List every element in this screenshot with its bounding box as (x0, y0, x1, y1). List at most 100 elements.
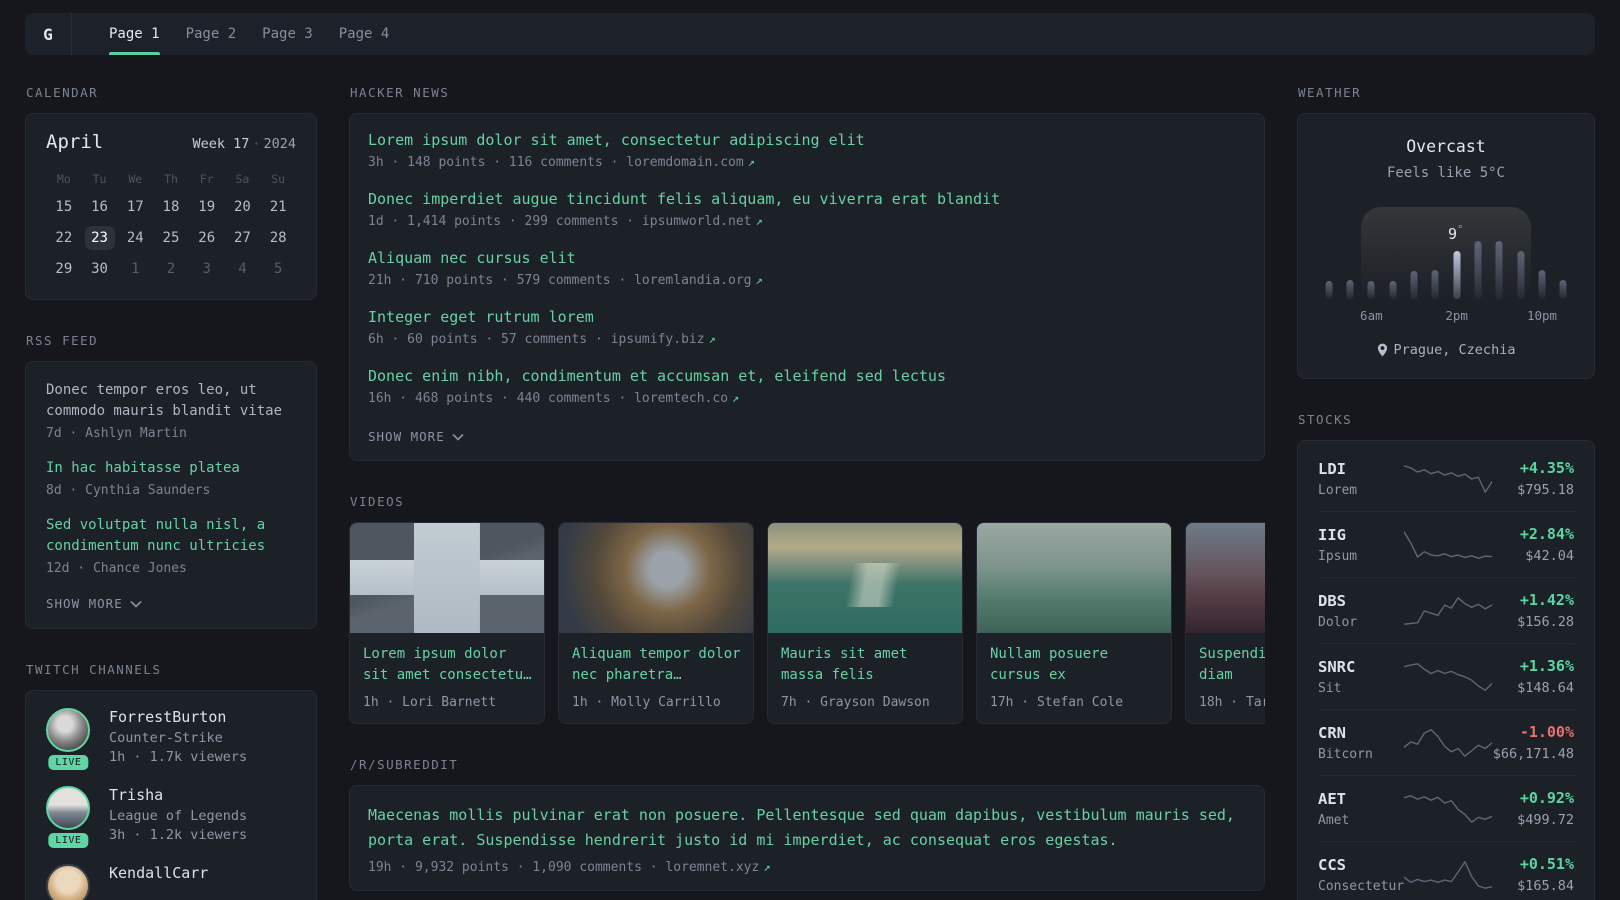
reddit-widget: /R/SUBREDDIT Maecenas mollis pulvinar er… (349, 757, 1265, 891)
weather-widget-title: WEATHER (1298, 85, 1362, 100)
stock-change: +1.36% (1519, 657, 1574, 675)
tab-page-2[interactable]: Page 2 (173, 13, 250, 55)
live-badge: LIVE (48, 833, 89, 848)
tab-page-4[interactable]: Page 4 (326, 13, 403, 55)
stock-row[interactable]: CRN Bitcorn -1.00% $66,171.48 (1318, 709, 1574, 775)
twitch-channel[interactable]: LIVE Trisha League of Legends 3h · 1.2k … (46, 786, 296, 848)
hour-label: 6am (1360, 308, 1383, 323)
weather-bars: 9° (1318, 207, 1574, 304)
calendar-weekday-label: Mo (56, 172, 71, 186)
stock-symbol: LDI (1318, 459, 1346, 478)
calendar-day[interactable]: 19 (192, 195, 222, 219)
hn-item-meta: 1d · 1,414 points · 299 comments · ipsum… (368, 214, 1246, 229)
video-title-line: diam (1199, 667, 1233, 683)
calendar-day[interactable]: 16 (85, 195, 115, 219)
calendar-weekday-label: Tu (92, 172, 107, 186)
calendar-day[interactable]: 24 (120, 226, 150, 250)
external-link-icon: ↗ (732, 391, 740, 405)
hn-item-meta: 16h · 468 points · 440 comments · loremt… (368, 391, 1246, 406)
video-card[interactable]: Mauris sit amet massa felis 7h · Grayson… (767, 522, 963, 724)
reddit-post-title-line: porta erat. Suspendisse hendrerit justo … (368, 831, 1118, 849)
stock-change: -1.00% (1519, 723, 1574, 741)
hn-meta-text: 3h · 148 points · 116 comments · loremdo… (368, 155, 744, 170)
external-link-icon: ↗ (763, 860, 771, 874)
page-tabs: Page 1 Page 2 Page 3 Page 4 (96, 13, 402, 55)
calendar-day[interactable]: 22 (49, 226, 79, 250)
calendar-day[interactable]: 20 (227, 195, 257, 219)
hn-item[interactable]: Lorem ipsum dolor sit amet, consectetur … (368, 131, 1246, 170)
calendar-day[interactable]: 4 (227, 257, 257, 281)
hn-item[interactable]: Aliquam nec cursus elit 21h · 710 points… (368, 249, 1246, 288)
stock-row[interactable]: AET Amet +0.92% $499.72 (1318, 775, 1574, 841)
temp-bar-cell (1339, 237, 1360, 299)
stock-row[interactable]: LDI Lorem +4.35% $795.18 (1318, 446, 1574, 511)
calendar-day[interactable]: 25 (156, 226, 186, 250)
stock-row[interactable]: IIG Ipsum +2.84% $42.04 (1318, 511, 1574, 577)
stock-change: +4.35% (1519, 459, 1574, 477)
calendar-day[interactable]: 21 (263, 195, 293, 219)
rss-item[interactable]: Sed volutpat nulla nisl, a condimentum n… (46, 515, 296, 576)
reddit-post[interactable]: Maecenas mollis pulvinar erat non posuer… (368, 803, 1246, 875)
video-card[interactable]: Nullam posuere cursus ex 17h · Stefan Co… (976, 522, 1172, 724)
stock-symbol: IIG (1318, 525, 1346, 544)
twitch-channel[interactable]: LIVE ForrestBurton Counter-Strike 1h · 1… (46, 708, 296, 770)
video-info: Suspendisse sodales diam 18h · Tara Walt… (1186, 633, 1265, 723)
rss-show-more-button[interactable]: SHOW MORE (46, 596, 142, 611)
video-card[interactable]: Aliquam tempor dolor nec pharetra… 1h · … (558, 522, 754, 724)
rss-item[interactable]: In hac habitasse platea 8d · Cynthia Sau… (46, 458, 296, 498)
hn-item[interactable]: Integer eget rutrum lorem 6h · 60 points… (368, 308, 1246, 347)
temp-bar (1538, 270, 1546, 299)
calendar-day[interactable]: 3 (192, 257, 222, 281)
calendar-day[interactable]: 1 (120, 257, 150, 281)
stock-id: IIG Ipsum (1318, 526, 1404, 564)
rss-item[interactable]: Donec tempor eros leo, ut commodo mauris… (46, 380, 296, 441)
video-card[interactable]: Lorem ipsum dolor sit amet consectetu… 1… (349, 522, 545, 724)
weather-location-text: Prague, Czechia (1393, 342, 1516, 358)
stock-name: Sit (1318, 680, 1342, 696)
calendar-weekday-label: We (128, 172, 143, 186)
stock-row[interactable]: CCS Consectetur +0.51% $165.84 (1318, 841, 1574, 900)
temp-bar-cell: 9° (1446, 223, 1467, 299)
stocks-widget: STOCKS LDI Lorem +4.35% $795.18 IIG Ipsu… (1297, 412, 1595, 900)
temp-bar-cell (1382, 237, 1403, 299)
video-card[interactable]: Suspendisse sodales diam 18h · Tara Walt… (1185, 522, 1265, 724)
stocks-card: LDI Lorem +4.35% $795.18 IIG Ipsum +2.84… (1297, 440, 1595, 900)
calendar-day[interactable]: 29 (49, 257, 79, 281)
stock-change: +0.92% (1519, 789, 1574, 807)
calendar-day[interactable]: 26 (192, 226, 222, 250)
twitch-channel[interactable]: KendallCarr (46, 864, 296, 900)
avatar (46, 786, 90, 830)
calendar-day[interactable]: 15 (49, 195, 79, 219)
temp-bar (1495, 241, 1503, 299)
calendar-day[interactable]: 27 (227, 226, 257, 250)
stock-symbol: SNRC (1318, 657, 1356, 676)
hn-item[interactable]: Donec imperdiet augue tincidunt felis al… (368, 190, 1246, 229)
channel-info: Trisha League of Legends 3h · 1.2k viewe… (109, 786, 247, 843)
stock-row[interactable]: SNRC Sit +1.36% $148.64 (1318, 643, 1574, 709)
hn-item-title: Integer eget rutrum lorem (368, 308, 594, 326)
calendar-day[interactable]: 30 (85, 257, 115, 281)
weather-condition: Overcast (1406, 137, 1486, 156)
video-thumbnail (350, 523, 544, 633)
stock-price: $66,171.48 (1492, 746, 1574, 762)
tab-page-1[interactable]: Page 1 (96, 13, 173, 55)
calendar-day[interactable]: 17 (120, 195, 150, 219)
temp-bar (1559, 280, 1567, 299)
calendar-day[interactable]: 18 (156, 195, 186, 219)
stock-row[interactable]: DBS Dolor +1.42% $156.28 (1318, 577, 1574, 643)
hn-meta-text: 1d · 1,414 points · 299 comments · ipsum… (368, 214, 752, 229)
calendar-day[interactable]: 28 (263, 226, 293, 250)
stock-values: +4.35% $795.18 (1492, 459, 1574, 498)
temp-bar-cell (1361, 237, 1382, 299)
calendar-day[interactable]: 23 (84, 226, 115, 250)
calendar-day[interactable]: 5 (263, 257, 293, 281)
hn-item-meta: 21h · 710 points · 579 comments · loreml… (368, 273, 1246, 288)
tab-page-3[interactable]: Page 3 (249, 13, 326, 55)
hn-show-more-button[interactable]: SHOW MORE (368, 429, 464, 444)
avatar-wrap (46, 864, 94, 900)
temp-bar-cell (1553, 237, 1574, 299)
hn-item[interactable]: Donec enim nibh, condimentum et accumsan… (368, 367, 1246, 406)
calendar-day[interactable]: 2 (156, 257, 186, 281)
separator-dot: · (252, 136, 261, 152)
video-meta: 18h · Tara Walton (1199, 695, 1265, 710)
